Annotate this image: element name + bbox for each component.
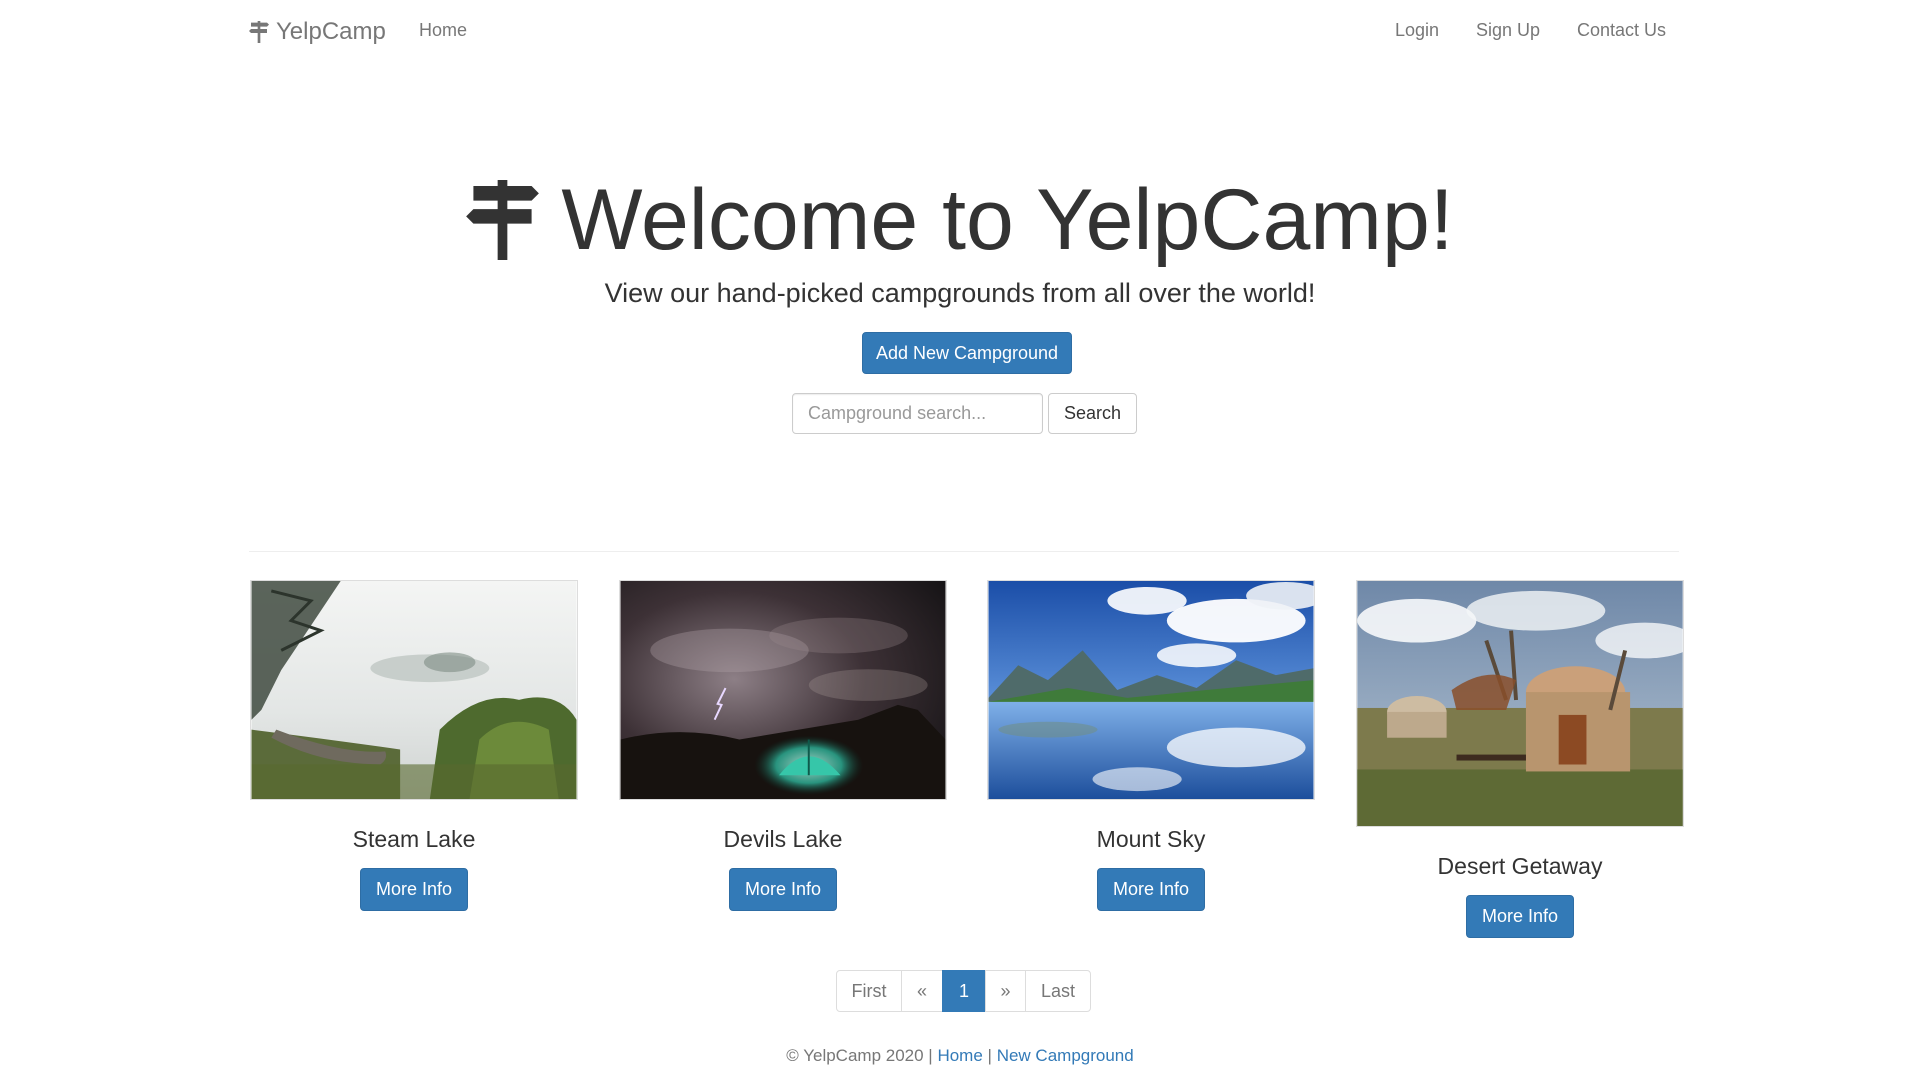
more-info-button[interactable]: More Info bbox=[1466, 895, 1574, 938]
pagination: First « 1 » Last bbox=[836, 970, 1091, 1012]
hero-subtitle: View our hand-picked campgrounds from al… bbox=[604, 278, 1316, 308]
nav-home-link[interactable]: Home bbox=[419, 20, 467, 41]
campground-name: Steam Lake bbox=[352, 826, 476, 852]
copyright-text: © YelpCamp 2020 bbox=[786, 1046, 924, 1065]
page-current-button[interactable]: 1 bbox=[942, 970, 986, 1012]
footer-home-link[interactable]: Home bbox=[937, 1046, 982, 1065]
page-last-button[interactable]: Last bbox=[1025, 970, 1091, 1012]
search-input[interactable] bbox=[792, 393, 1043, 434]
campground-card: Steam Lake More Info bbox=[250, 580, 578, 911]
campground-image[interactable] bbox=[1356, 580, 1684, 827]
more-info-button[interactable]: More Info bbox=[360, 868, 468, 911]
signpost-icon bbox=[249, 21, 269, 43]
hero-title: Welcome to YelpCamp! bbox=[561, 172, 1454, 268]
divider bbox=[249, 551, 1679, 552]
nav-signup-link[interactable]: Sign Up bbox=[1476, 20, 1540, 41]
page-first-button[interactable]: First bbox=[836, 970, 902, 1012]
campground-name: Mount Sky bbox=[1096, 826, 1206, 852]
footer: © YelpCamp 2020 | Home | New Campground bbox=[0, 1046, 1920, 1066]
campground-name: Devils Lake bbox=[723, 826, 843, 852]
more-info-button[interactable]: More Info bbox=[729, 868, 837, 911]
search-button[interactable]: Search bbox=[1048, 393, 1137, 434]
navbar: YelpCamp Home Login Sign Up Contact Us bbox=[0, 0, 1920, 62]
nav-login-link[interactable]: Login bbox=[1395, 20, 1439, 41]
campground-card: Desert Getaway More Info bbox=[1356, 580, 1684, 938]
hero-header: Welcome to YelpCamp! bbox=[0, 170, 1920, 270]
footer-separator: | bbox=[928, 1046, 933, 1065]
page-prev-button[interactable]: « bbox=[901, 970, 943, 1012]
campground-card: Mount Sky More Info bbox=[987, 580, 1315, 911]
nav-contact-link[interactable]: Contact Us bbox=[1577, 20, 1666, 41]
signpost-icon bbox=[466, 180, 540, 260]
campground-image[interactable] bbox=[250, 580, 578, 800]
footer-new-campground-link[interactable]: New Campground bbox=[997, 1046, 1134, 1065]
more-info-button[interactable]: More Info bbox=[1097, 868, 1205, 911]
brand-name: YelpCamp bbox=[276, 18, 386, 45]
campground-image[interactable] bbox=[619, 580, 947, 800]
add-campground-button[interactable]: Add New Campground bbox=[862, 332, 1072, 374]
page-next-button[interactable]: » bbox=[985, 970, 1026, 1012]
campground-name: Desert Getaway bbox=[1437, 853, 1603, 879]
footer-separator: | bbox=[987, 1046, 992, 1065]
brand-link[interactable]: YelpCamp bbox=[249, 16, 386, 48]
campground-image[interactable] bbox=[987, 580, 1315, 800]
campground-card: Devils Lake More Info bbox=[619, 580, 947, 911]
